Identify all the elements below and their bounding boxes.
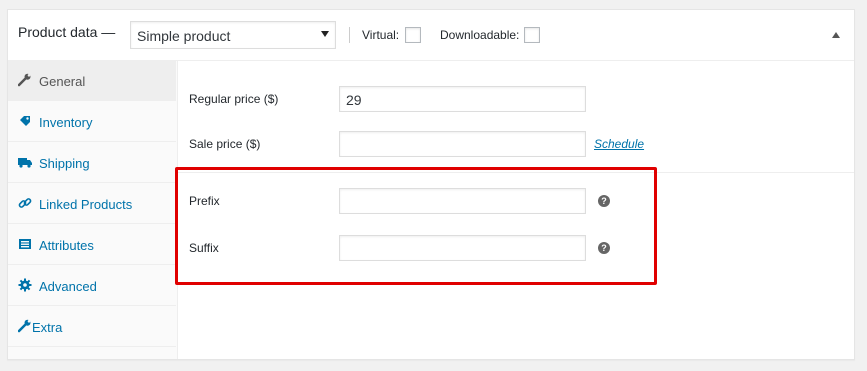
list-icon <box>18 237 32 251</box>
tab-linked-products[interactable]: Linked Products <box>8 184 176 224</box>
tag-icon <box>18 114 32 128</box>
product-type-select[interactable]: Simple product <box>130 21 336 49</box>
tab-general[interactable]: General <box>8 61 176 101</box>
sale-price-input[interactable] <box>339 131 586 157</box>
collapse-arrow-icon[interactable] <box>832 32 840 38</box>
wrench-icon <box>17 73 32 87</box>
tab-extra[interactable]: Extra <box>8 307 176 347</box>
downloadable-checkbox[interactable] <box>524 27 540 43</box>
link-icon <box>18 196 32 210</box>
regular-price-input[interactable]: 29 <box>339 86 586 112</box>
tab-inventory[interactable]: Inventory <box>8 102 176 142</box>
tab-label: Advanced <box>39 279 97 294</box>
chevron-down-icon <box>321 31 329 37</box>
schedule-link[interactable]: Schedule <box>594 137 644 151</box>
panel-title: Product data — <box>18 24 116 40</box>
tab-label: Linked Products <box>39 197 133 212</box>
virtual-checkbox[interactable] <box>405 27 421 43</box>
tab-label: Inventory <box>39 115 93 130</box>
tab-advanced[interactable]: Advanced <box>8 266 176 306</box>
product-data-tabs: General Inventory Shipping Linked Produc… <box>8 61 178 359</box>
tab-label: General <box>39 74 86 89</box>
gear-icon <box>18 278 32 292</box>
truck-icon <box>18 155 32 169</box>
tab-shipping[interactable]: Shipping <box>8 143 176 183</box>
highlight-box <box>175 167 657 285</box>
header-separator <box>349 27 350 43</box>
tab-attributes[interactable]: Attributes <box>8 225 176 265</box>
sale-price-label: Sale price ($) <box>189 137 261 151</box>
tab-label: Extra <box>32 320 63 335</box>
downloadable-label: Downloadable: <box>440 28 520 42</box>
product-type-value: Simple product <box>137 28 231 44</box>
wrench-icon <box>17 319 32 333</box>
tab-label: Attributes <box>39 238 94 253</box>
regular-price-value: 29 <box>346 92 362 108</box>
tab-label: Shipping <box>39 156 90 171</box>
virtual-label: Virtual: <box>362 28 400 42</box>
regular-price-label: Regular price ($) <box>189 92 279 106</box>
panel-header: Product data — Simple product Virtual: D… <box>8 10 854 61</box>
